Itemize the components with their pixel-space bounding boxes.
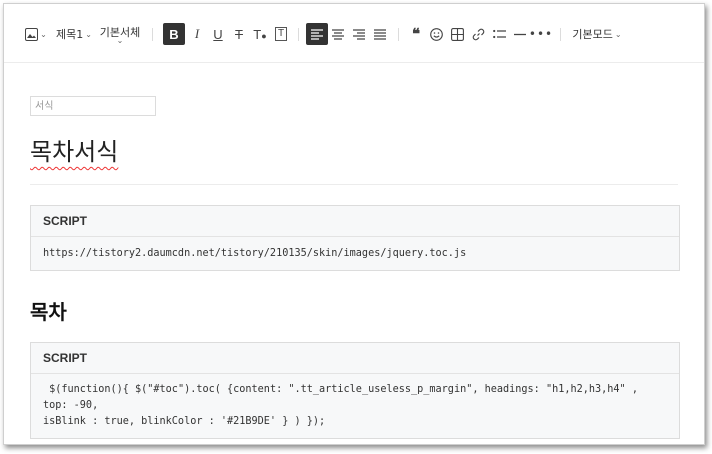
code-block-header: SCRIPT [31, 343, 679, 374]
quote-icon: ❝ [411, 25, 421, 43]
align-right-icon [353, 28, 365, 40]
code-block[interactable]: SCRIPT https://tistory2.daumcdn.net/tist… [30, 205, 680, 271]
underline-button[interactable]: U [207, 23, 229, 45]
horizontal-line-icon [514, 33, 526, 35]
emoticon-button[interactable] [425, 23, 447, 45]
mode-label: 기본모드 [572, 28, 613, 41]
align-justify-icon [374, 28, 386, 40]
list-button[interactable] [488, 23, 510, 45]
italic-icon: I [194, 26, 200, 41]
code-block-content[interactable]: $(function(){ $("#toc").toc( {content: "… [31, 374, 679, 438]
code-block-header: SCRIPT [31, 206, 679, 237]
underline-icon: U [213, 26, 223, 42]
text-background-icon: T [274, 27, 288, 41]
bold-icon: B [169, 26, 179, 42]
strikethrough-button[interactable]: T [228, 23, 250, 45]
chevron-down-icon: ⌄ [85, 29, 92, 39]
more-dots-icon: ••• [528, 27, 554, 41]
chevron-down-icon: ⌄ [614, 29, 622, 39]
editor-toolbar: ⌄ 제목1 ⌄ 기본서체 ⌄ B I U T T● T ❝ ••• 기본모드 ⌄ [4, 4, 704, 63]
toolbar-divider [398, 28, 399, 41]
post-title[interactable]: 목차서식 [30, 132, 118, 167]
text-background-button[interactable]: T [270, 23, 292, 45]
image-icon [25, 27, 39, 41]
text-color-button[interactable]: T● [249, 23, 271, 45]
strikethrough-icon: T [235, 26, 243, 42]
title-divider [30, 184, 678, 185]
editor-window: ⌄ 제목1 ⌄ 기본서체 ⌄ B I U T T● T ❝ ••• 기본모드 ⌄… [3, 3, 705, 445]
bullet-list-icon [492, 29, 506, 38]
table-icon [450, 27, 464, 41]
align-right-button[interactable] [348, 23, 370, 45]
quote-button[interactable]: ❝ [405, 23, 427, 45]
code-block[interactable]: SCRIPT $(function(){ $("#toc").toc( {con… [30, 342, 680, 439]
toolbar-divider [298, 28, 299, 41]
align-center-icon [332, 28, 344, 40]
section-heading[interactable]: 목차 [30, 296, 67, 325]
toolbar-divider [152, 28, 153, 41]
toolbar-divider [560, 28, 561, 41]
chevron-down-icon: ⌄ [116, 35, 124, 45]
heading-dropdown[interactable]: 제목1 ⌄ [56, 23, 92, 45]
align-center-button[interactable] [327, 23, 349, 45]
chevron-down-icon: ⌄ [40, 29, 47, 39]
align-left-button[interactable] [306, 23, 328, 45]
font-dropdown[interactable]: 기본서체 ⌄ [98, 23, 142, 45]
align-justify-button[interactable] [369, 23, 391, 45]
image-insert-button[interactable]: ⌄ [24, 23, 48, 45]
bold-button[interactable]: B [163, 23, 185, 45]
smiley-icon [429, 27, 443, 41]
more-button[interactable]: ••• [528, 23, 554, 45]
link-button[interactable] [467, 23, 489, 45]
category-input[interactable]: 서식 [30, 96, 156, 116]
text-color-icon: T● [253, 26, 267, 42]
code-block-content[interactable]: https://tistory2.daumcdn.net/tistory/210… [31, 237, 679, 270]
horizontal-rule-button[interactable] [509, 23, 531, 45]
table-button[interactable] [446, 23, 468, 45]
mode-dropdown[interactable]: 기본모드 ⌄ [572, 23, 622, 45]
link-icon [472, 28, 484, 40]
italic-button[interactable]: I [186, 23, 208, 45]
heading-label: 제목1 [56, 28, 84, 41]
align-left-icon [311, 28, 323, 40]
